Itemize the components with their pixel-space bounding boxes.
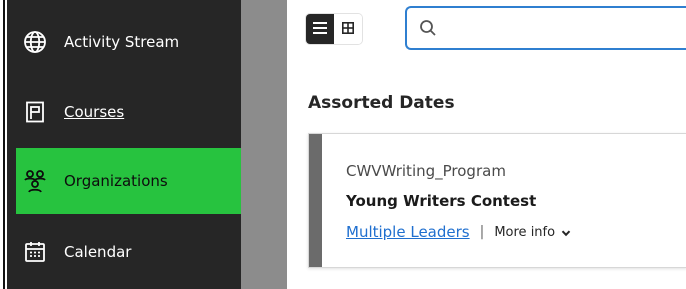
view-toggle xyxy=(306,14,362,44)
sidebar-item-courses[interactable]: Courses xyxy=(7,88,241,136)
card-title[interactable]: Young Writers Contest xyxy=(346,192,536,210)
panel-divider xyxy=(241,0,287,289)
organization-card: CWVWriting_Program Young Writers Contest… xyxy=(308,133,686,268)
link-separator: | xyxy=(479,224,485,240)
sidebar: Activity Stream Courses Organizations Ca… xyxy=(7,0,241,289)
courses-icon xyxy=(22,99,48,125)
list-view-button[interactable] xyxy=(306,14,334,44)
organizations-icon xyxy=(22,168,48,194)
search-box xyxy=(405,6,686,50)
card-course-id: CWVWriting_Program xyxy=(346,162,506,180)
section-title: Assorted Dates xyxy=(308,93,455,113)
card-color-stripe xyxy=(309,134,322,267)
sidebar-item-activity-stream[interactable]: Activity Stream xyxy=(7,18,241,66)
main-content: Assorted Dates CWVWriting_Program Young … xyxy=(287,0,686,289)
more-info-label: More info xyxy=(494,224,556,240)
sidebar-item-label: Courses xyxy=(64,103,125,121)
sidebar-item-calendar[interactable]: Calendar xyxy=(7,228,241,276)
grid-view-button[interactable] xyxy=(334,14,362,44)
globe-icon xyxy=(22,29,48,55)
calendar-icon xyxy=(22,239,48,265)
sidebar-item-label: Organizations xyxy=(64,172,168,190)
sidebar-item-label: Activity Stream xyxy=(64,33,180,51)
chevron-down-icon xyxy=(561,227,571,237)
sidebar-item-label: Calendar xyxy=(64,243,132,261)
multiple-leaders-link[interactable]: Multiple Leaders xyxy=(346,223,470,241)
more-info-button[interactable]: More info xyxy=(494,225,571,240)
search-input[interactable] xyxy=(447,14,671,44)
window-left-edge xyxy=(0,0,7,289)
grid-view-icon xyxy=(342,21,354,37)
sidebar-item-organizations[interactable]: Organizations xyxy=(16,148,241,214)
card-links: Multiple Leaders | More info xyxy=(346,223,571,241)
search-icon xyxy=(419,19,437,37)
list-view-icon xyxy=(313,21,327,37)
